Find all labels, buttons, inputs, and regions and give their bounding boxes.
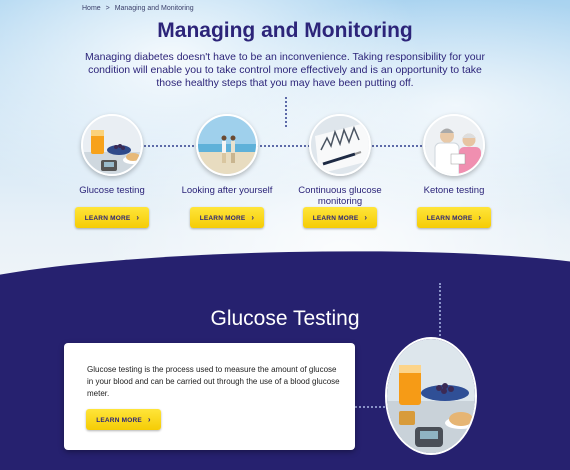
feature-continuous-glucose-monitoring: Continuous glucose monitoring LEARN MORE… bbox=[285, 114, 395, 228]
chevron-right-icon: › bbox=[251, 213, 255, 222]
learn-more-button[interactable]: LEARN MORE › bbox=[190, 207, 264, 228]
breakfast-image[interactable] bbox=[81, 114, 143, 176]
breakfast-meter-image bbox=[385, 337, 477, 455]
button-label: LEARN MORE bbox=[426, 215, 473, 222]
breadcrumb: Home > Managing and Monitoring bbox=[82, 5, 197, 12]
chevron-right-icon: › bbox=[478, 213, 482, 222]
section-body: Glucose testing is the process used to m… bbox=[87, 365, 340, 398]
button-label: LEARN MORE bbox=[84, 215, 131, 222]
feature-ketone-testing: Ketone testing LEARN MORE › bbox=[399, 114, 509, 228]
feature-label: Glucose testing bbox=[79, 185, 145, 196]
page-title: Managing and Monitoring bbox=[157, 19, 413, 42]
learn-more-button[interactable]: LEARN MORE › bbox=[417, 207, 491, 228]
chevron-right-icon: › bbox=[136, 213, 140, 222]
learn-more-button[interactable]: LEARN MORE › bbox=[303, 207, 377, 228]
breadcrumb-current: Managing and Monitoring bbox=[114, 5, 194, 12]
button-label: LEARN MORE bbox=[199, 215, 246, 222]
glucose-graph-image[interactable] bbox=[309, 114, 371, 176]
feature-label: Continuous glucose monitoring bbox=[298, 185, 382, 207]
feature-glucose-testing: Glucose testing LEARN MORE › bbox=[57, 114, 167, 228]
feature-label: Ketone testing bbox=[423, 185, 485, 196]
feature-label: Looking after yourself bbox=[181, 185, 273, 196]
section-title: Glucose Testing bbox=[210, 307, 360, 330]
chevron-right-icon: › bbox=[147, 415, 151, 424]
connector-line-card bbox=[355, 406, 385, 408]
page-intro: Managing diabetes doesn't have to be an … bbox=[85, 51, 485, 89]
learn-more-button[interactable]: LEARN MORE › bbox=[75, 207, 149, 228]
button-label: LEARN MORE bbox=[96, 417, 142, 424]
doctor-patient-image[interactable] bbox=[423, 114, 485, 176]
feature-looking-after-yourself: Looking after yourself LEARN MORE › bbox=[172, 114, 282, 228]
learn-more-button[interactable]: LEARN MORE › bbox=[86, 409, 161, 430]
breadcrumb-separator: > bbox=[105, 5, 110, 12]
chevron-right-icon: › bbox=[364, 213, 368, 222]
button-label: LEARN MORE bbox=[312, 215, 359, 222]
beach-couple-image[interactable] bbox=[196, 114, 258, 176]
breadcrumb-home[interactable]: Home bbox=[82, 5, 101, 12]
section-card: Glucose testing is the process used to m… bbox=[64, 343, 355, 450]
